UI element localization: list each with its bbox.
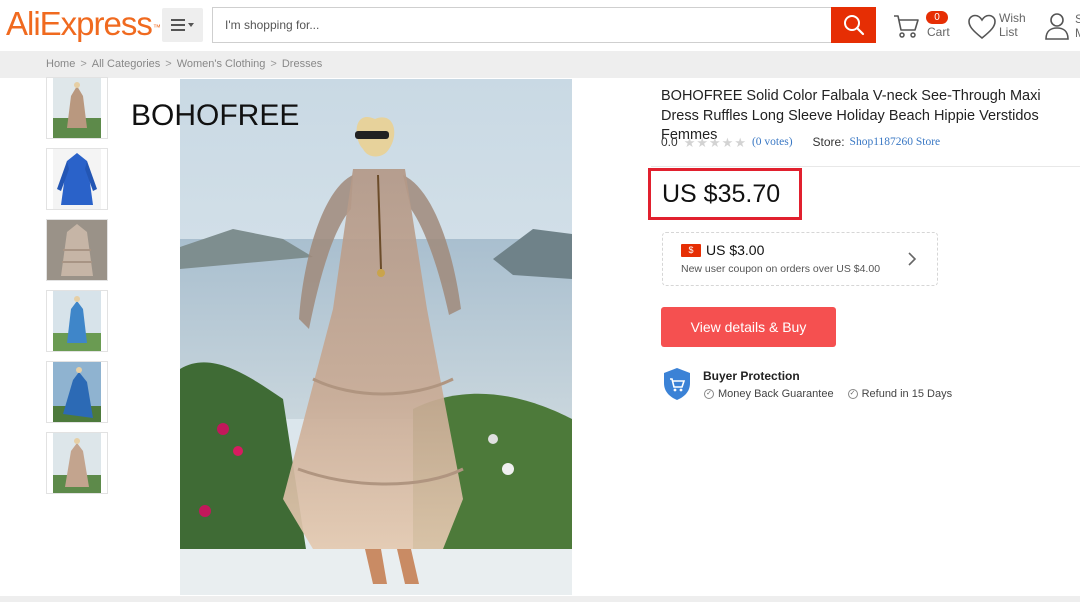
product-price: US $35.70	[662, 179, 781, 208]
bottom-divider	[0, 596, 1080, 602]
protection-item: ✓ Refund in 15 Days	[847, 388, 953, 400]
star-icon: ★	[734, 134, 746, 150]
thumbnail-5[interactable]	[46, 361, 108, 423]
search-input[interactable]	[213, 8, 832, 42]
heart-icon	[968, 14, 996, 40]
breadcrumb-separator: >	[270, 58, 277, 70]
logo-trademark: ™	[152, 23, 161, 32]
product-thumbnail-image	[53, 362, 101, 422]
account-label: S M	[1075, 12, 1080, 40]
thumbnail-6[interactable]	[46, 432, 108, 494]
aliexpress-logo[interactable]: AliExpress ™	[6, 5, 161, 42]
product-thumbnail-image	[53, 78, 101, 138]
breadcrumb-womens-clothing[interactable]: Women's Clothing	[177, 58, 266, 70]
thumbnail-1[interactable]	[46, 77, 108, 139]
account-label-line2: M	[1075, 26, 1080, 40]
buyer-protection-title: Buyer Protection	[703, 369, 800, 383]
shield-cart-icon	[664, 368, 690, 400]
coupon-description: New user coupon on orders over US $4.00	[681, 263, 881, 275]
protection-item-label: Refund in 15 Days	[861, 388, 953, 400]
price-highlight-box: US $35.70	[648, 168, 802, 220]
star-icon: ★	[709, 134, 721, 150]
coupon-dollar-icon: $	[681, 244, 701, 257]
search-icon	[843, 15, 864, 36]
thumbnail-2[interactable]	[46, 148, 108, 210]
check-circle-icon: ✓	[847, 389, 858, 399]
thumbnail-4[interactable]	[46, 290, 108, 352]
search-field[interactable]	[212, 7, 832, 43]
search-button[interactable]	[831, 7, 876, 43]
protection-item-label: Money Back Guarantee	[718, 388, 834, 400]
brand-overlay-text: BOHOFREE	[131, 99, 300, 132]
view-details-buy-button[interactable]: View details & Buy	[661, 307, 836, 347]
cart-count-badge: 0	[926, 11, 948, 24]
thumbnail-3[interactable]	[46, 219, 108, 281]
logo-text: AliExpress	[6, 5, 153, 42]
breadcrumb-dresses[interactable]: Dresses	[282, 58, 322, 70]
wish-label-line2: List	[999, 25, 1018, 39]
breadcrumb-separator: >	[165, 58, 172, 70]
rating-row: 0.0 ★ ★ ★ ★ ★ (0 votes) Store: Shop11872…	[661, 134, 940, 150]
category-menu-button[interactable]	[162, 8, 203, 42]
account-link[interactable]: S M	[1044, 12, 1080, 44]
rating-score: 0.0	[661, 135, 678, 149]
star-icon: ★	[696, 134, 708, 150]
user-icon	[1045, 13, 1069, 40]
votes-link[interactable]: (0 votes)	[752, 136, 793, 148]
cart-label: Cart	[927, 25, 950, 39]
product-thumbnail-image	[47, 220, 107, 280]
breadcrumb: Home > All Categories > Women's Clothing > Dre…	[46, 58, 322, 70]
product-thumbnail-image	[53, 291, 101, 351]
hamburger-menu-icon	[170, 19, 194, 31]
buyer-protection-list: ✓ Money Back Guarantee ✓ Refund in 15 Da…	[704, 388, 952, 400]
site-header: AliExpress™ 0 Cart Wish List	[0, 0, 1080, 50]
shopping-cart-icon	[894, 15, 919, 38]
product-thumbnail-image	[53, 149, 101, 209]
star-icon: ★	[721, 134, 734, 150]
coupon-amount: US $3.00	[706, 242, 765, 258]
wish-list-link[interactable]: Wish List	[968, 10, 1030, 42]
star-icon: ★	[683, 134, 696, 150]
product-photo	[113, 79, 572, 595]
protection-item: ✓ Money Back Guarantee	[704, 388, 834, 400]
wish-label-line1: Wish	[999, 11, 1026, 25]
breadcrumb-all-categories[interactable]: All Categories	[92, 58, 160, 70]
breadcrumb-separator: >	[80, 58, 87, 70]
store-link[interactable]: Shop1187260 Store	[850, 136, 941, 148]
rating-stars: ★ ★ ★ ★ ★	[684, 136, 746, 149]
store-label: Store:	[812, 135, 845, 149]
coupon-card[interactable]: $ US $3.00 New user coupon on orders ove…	[662, 232, 938, 286]
breadcrumb-bar: Home > All Categories > Women's Clothing > Dre…	[0, 51, 1080, 78]
account-label-line1: S	[1075, 12, 1080, 26]
cart-link[interactable]: 0 Cart	[892, 10, 954, 42]
check-circle-icon: ✓	[704, 389, 714, 399]
thumbnail-list	[46, 77, 108, 503]
breadcrumb-home[interactable]: Home	[46, 58, 75, 70]
main-product-image[interactable]: BOHOFREE	[113, 79, 572, 595]
chevron-right-icon	[908, 252, 917, 266]
product-thumbnail-image	[53, 433, 101, 493]
wish-list-label: Wish List	[999, 11, 1026, 39]
divider	[651, 166, 1080, 167]
